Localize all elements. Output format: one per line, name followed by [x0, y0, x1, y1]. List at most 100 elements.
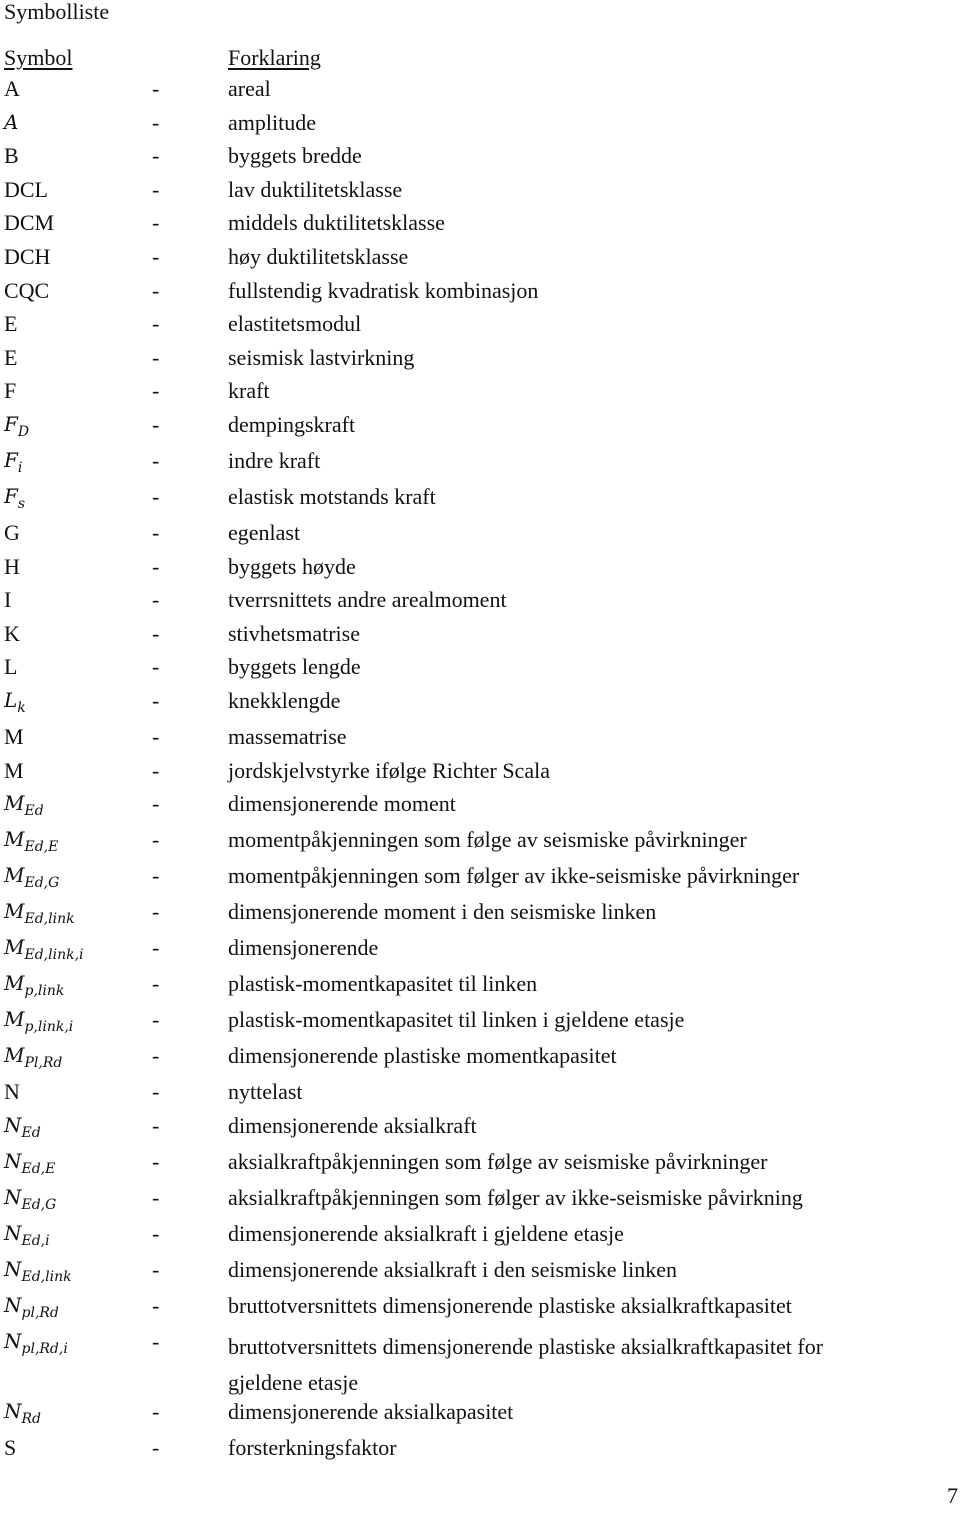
symbol-row: S - forsterkningsfaktor — [4, 1435, 944, 1469]
symbol: MEd,link — [4, 899, 75, 926]
symbol-subscript: pl,Rd — [21, 1304, 59, 1321]
symbol-explanation: plastisk-momentkapasitet til linken i gj… — [228, 1007, 928, 1033]
symbol-base: DCL — [4, 176, 48, 202]
symbol: MPl,Rd — [4, 1043, 62, 1070]
separator-dash: - — [152, 1434, 160, 1460]
symbol: CQC — [4, 278, 49, 304]
explanation-text: stivhetsmatrise — [228, 620, 360, 646]
symbol-row: Mp,link - plastisk-momentkapasitet til lin… — [4, 971, 944, 1007]
separator-dash: - — [152, 1007, 160, 1033]
symbol-explanation: dimensjonerende aksialkraft — [228, 1113, 928, 1139]
symbol-explanation: egenlast — [228, 520, 928, 546]
symbol-row: I - tverrsnittets andre arealmoment — [4, 587, 944, 621]
symbol-row: L - byggets lengde — [4, 654, 944, 688]
symbol-base: M — [4, 791, 25, 816]
symbol-base: N — [4, 1184, 22, 1209]
separator-dash: - — [152, 935, 160, 961]
explanation-text: høy duktilitetsklasse — [228, 243, 409, 269]
symbol-row: Npl,Rd - bruttotversnittets dimensjonerend… — [4, 1293, 944, 1329]
separator-dash: - — [152, 1328, 160, 1354]
separator-dash: - — [152, 243, 160, 269]
symbol-subscript: Ed — [24, 803, 44, 820]
explanation-text: nyttelast — [228, 1079, 303, 1105]
separator-dash: - — [152, 863, 160, 889]
explanation-text: dimensjonerende moment — [228, 791, 456, 817]
symbol-row: NEd,link - dimensjonerende aksialkraft i d… — [4, 1257, 944, 1293]
explanation-text: aksialkraftpåkjenningen som følge av sei… — [228, 1148, 768, 1174]
explanation-text: byggets høyde — [228, 553, 356, 579]
symbol-explanation: stivhetsmatrise — [228, 621, 928, 647]
symbol-row: NEd,E - aksialkraftpåkjenningen som følge … — [4, 1149, 944, 1185]
symbol-subscript: Ed,G — [24, 875, 60, 892]
symbol-row: NEd,i - dimensjonerende aksialkraft i gjel… — [4, 1221, 944, 1257]
symbol-explanation: momentpåkjenningen som følger av ikke-se… — [228, 863, 928, 889]
symbol: H — [4, 554, 20, 580]
separator-dash: - — [152, 553, 160, 579]
symbol-explanation: byggets bredde — [228, 143, 928, 169]
symbol: DCL — [4, 177, 48, 203]
symbol-row: DCM - middels duktilitetsklasse — [4, 210, 944, 244]
separator-dash: - — [152, 654, 160, 680]
symbol-explanation: elastisk motstands kraft — [228, 484, 928, 510]
symbol: A — [4, 76, 20, 102]
symbol-subscript: i — [17, 459, 23, 476]
symbol-row: DCH - høy duktilitetsklasse — [4, 244, 944, 278]
symbol-row: Mp,link,i - plastisk-momentkapasitet til l… — [4, 1007, 944, 1043]
symbol: I — [4, 587, 11, 613]
symbol-base: S — [4, 1434, 17, 1460]
symbol-row: M - jordskjelvstyrke ifølge Richter Scala — [4, 758, 944, 792]
symbol-base: F — [4, 411, 18, 436]
symbol: NEd — [4, 1113, 41, 1140]
symbol-row: FD - dempingskraft — [4, 412, 944, 448]
symbol-base: M — [4, 827, 25, 852]
separator-dash: - — [152, 791, 160, 817]
symbol: NEd,i — [4, 1221, 50, 1248]
symbol-explanation: dimensjonerende moment — [228, 791, 928, 817]
symbol: G — [4, 520, 20, 546]
symbol-row: N - nyttelast — [4, 1079, 944, 1113]
symbol-explanation: elastitetsmodul — [228, 311, 928, 337]
explanation-text: dimensjonerende aksialkraft i den seismi… — [228, 1256, 678, 1282]
symbol-base: M — [4, 757, 24, 783]
symbol-row: K - stivhetsmatrise — [4, 621, 944, 655]
symbol-base: E — [4, 311, 18, 337]
symbol-subscript: Ed,i — [21, 1232, 50, 1249]
explanation-text: elastitetsmodul — [228, 311, 362, 337]
symbol-explanation: nyttelast — [228, 1079, 928, 1105]
separator-dash: - — [152, 447, 160, 473]
symbol-base: DCM — [4, 210, 55, 236]
symbol-explanation: dimensjonerende plastiske momentkapasite… — [228, 1043, 928, 1069]
symbol: E — [4, 311, 17, 337]
symbol: Mp,link — [4, 971, 64, 998]
symbol: Fi — [4, 448, 22, 475]
symbol-explanation: dempingskraft — [228, 412, 928, 438]
symbol-subscript: p,link,i — [24, 1019, 74, 1036]
symbol-base: B — [4, 143, 19, 169]
symbol-explanation: momentpåkjenningen som følge av seismisk… — [228, 827, 928, 853]
explanation-text: tverrsnittets andre arealmoment — [228, 587, 507, 613]
separator-dash: - — [152, 210, 160, 236]
symbol-explanation: byggets lengde — [228, 654, 928, 680]
symbol-explanation: dimensjonerende aksialkraft i gjeldene e… — [228, 1221, 928, 1247]
separator-dash: - — [152, 587, 160, 613]
symbol-explanation: tverrsnittets andre arealmoment — [228, 587, 928, 613]
symbol-subscript: Rd — [21, 1410, 42, 1427]
explanation-text: dimensjonerende aksialkraft i gjeldene e… — [228, 1220, 624, 1246]
symbol-explanation: aksialkraftpåkjenningen som følge av sei… — [228, 1149, 928, 1175]
symbol-base: M — [4, 971, 25, 996]
symbol-row: NEd - dimensjonerende aksialkraft — [4, 1113, 944, 1149]
separator-dash: - — [152, 143, 160, 169]
symbol-list: A - areal A - amplitude B - byggets bredde DCL - la… — [4, 76, 944, 1468]
symbol-base: N — [4, 1256, 22, 1281]
symbol: Lk — [4, 688, 26, 715]
symbol-explanation: dimensjonerende moment i den seismiske l… — [228, 899, 928, 925]
explanation-text-continued: gjeldene etasje — [228, 1369, 359, 1395]
symbol-row: MEd,E - momentpåkjenningen som følge av se… — [4, 827, 944, 863]
symbol: M — [4, 758, 24, 784]
symbol-base: N — [4, 1398, 22, 1423]
symbol-explanation: dimensjonerende aksialkraft i den seismi… — [228, 1257, 928, 1283]
symbol-subscript: s — [17, 495, 26, 512]
symbol-base: A — [4, 76, 20, 101]
symbol-subscript: Ed — [21, 1124, 41, 1141]
separator-dash: - — [152, 1398, 160, 1424]
